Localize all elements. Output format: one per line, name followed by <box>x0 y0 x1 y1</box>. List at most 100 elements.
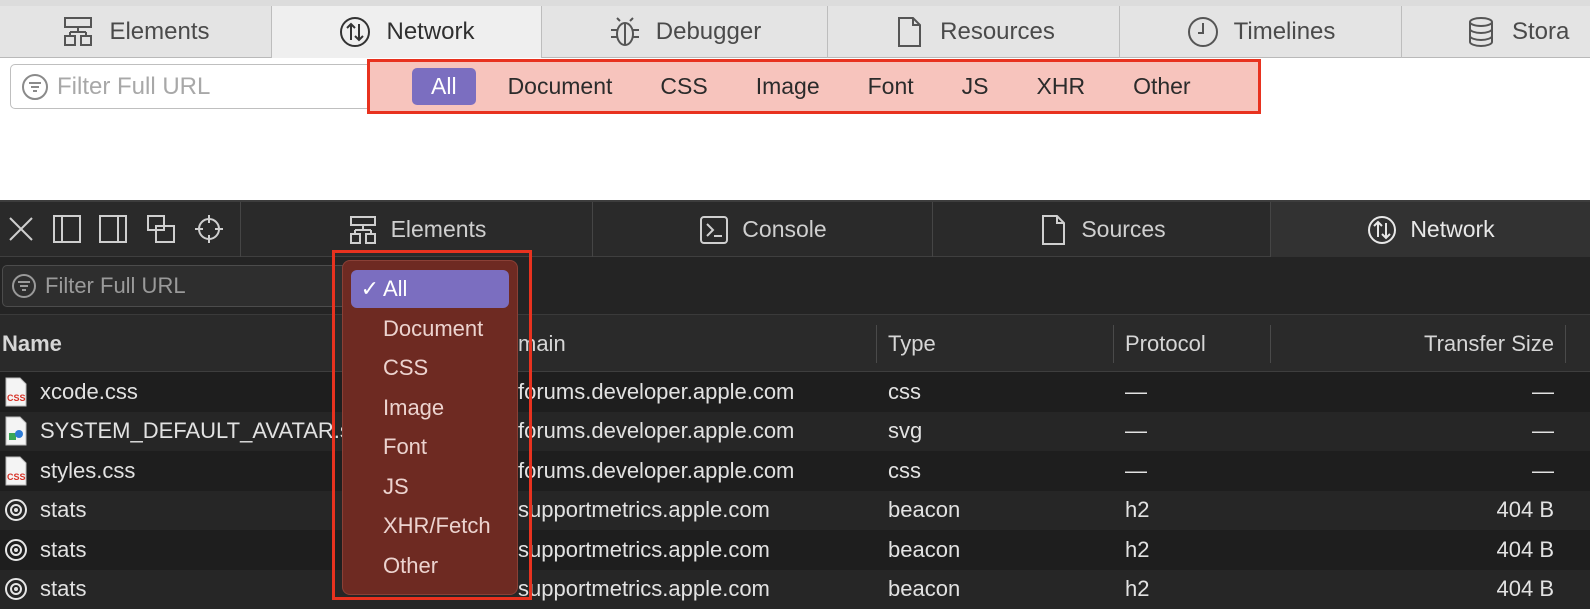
dock-left-icon[interactable] <box>52 214 82 244</box>
type-cell: beacon <box>888 497 961 523</box>
type-cell: beacon <box>888 576 961 602</box>
column-divider[interactable] <box>1565 325 1566 363</box>
close-icon[interactable] <box>6 214 36 244</box>
dock-right-icon[interactable] <box>98 214 128 244</box>
name-cell: stats <box>4 530 344 570</box>
table-row[interactable]: CSS xcode.css forums.developer.apple.com… <box>0 372 1590 412</box>
domain-cell: forums.developer.apple.com <box>518 457 795 483</box>
menu-item-other[interactable]: Other <box>351 547 509 585</box>
top-tab-resources[interactable]: Resources <box>828 6 1120 58</box>
dark-filter-field[interactable] <box>2 265 347 307</box>
svg-text:CSS: CSS <box>7 393 26 403</box>
request-list: CSS xcode.css forums.developer.apple.com… <box>0 372 1590 609</box>
image-file-icon <box>5 416 27 446</box>
table-row[interactable]: stats supportmetrics.apple.com beacon h2… <box>0 530 1590 570</box>
scope-item-font[interactable]: Font <box>852 69 930 104</box>
domain-cell: supportmetrics.apple.com <box>518 497 770 523</box>
debugger-icon <box>610 17 639 46</box>
menu-item-font[interactable]: Font <box>351 428 509 466</box>
dark-filter-input[interactable] <box>45 273 335 299</box>
menu-item-xhr-fetch[interactable]: XHR/Fetch <box>351 507 509 545</box>
resource-type-dropdown-menu: ✓ All Document CSS Image Font JS XHR/Fet… <box>342 260 518 595</box>
request-name: SYSTEM_DEFAULT_AVATAR.s <box>40 418 344 444</box>
menu-item-label: Font <box>383 434 428 459</box>
dark-tab-sources[interactable]: Sources <box>932 202 1270 257</box>
network-icon <box>340 17 371 47</box>
table-row[interactable]: stats supportmetrics.apple.com beacon h2… <box>0 569 1590 609</box>
dark-tab-network[interactable]: Network <box>1270 202 1590 257</box>
scope-item-image[interactable]: Image <box>740 69 836 104</box>
sources-icon <box>1042 214 1066 245</box>
scope-item-all[interactable]: All <box>412 68 476 105</box>
name-cell: SYSTEM_DEFAULT_AVATAR.s <box>4 412 344 452</box>
inspect-target-icon[interactable] <box>194 214 224 244</box>
column-divider[interactable] <box>1270 325 1271 363</box>
scope-item-xhr[interactable]: XHR <box>1021 69 1102 104</box>
domain-cell: forums.developer.apple.com <box>518 418 795 444</box>
transfer-size-cell: — <box>1532 418 1554 444</box>
transfer-size-cell: — <box>1532 457 1554 483</box>
elements-icon <box>349 215 376 244</box>
menu-item-js[interactable]: JS <box>351 468 509 506</box>
column-header-name[interactable]: Name <box>2 315 62 372</box>
dark-tab-console[interactable]: Console <box>592 202 932 257</box>
column-divider[interactable] <box>876 325 877 363</box>
dark-tab-elements[interactable]: Elements <box>240 202 592 257</box>
protocol-cell: — <box>1125 418 1147 444</box>
css-file-icon: CSS <box>5 456 27 486</box>
table-row[interactable]: SYSTEM_DEFAULT_AVATAR.s forums.developer… <box>0 411 1590 452</box>
resources-icon <box>898 17 922 47</box>
transfer-size-cell: — <box>1532 378 1554 404</box>
type-cell: svg <box>888 418 923 444</box>
tab-label: Elements <box>109 18 210 45</box>
top-tab-elements[interactable]: Elements <box>0 6 272 58</box>
dark-devtools-panel: Elements Console Sources Network Filter … <box>0 200 1590 609</box>
css-file-icon: CSS <box>5 377 27 407</box>
tab-label: Sources <box>1081 216 1166 242</box>
menu-item-css[interactable]: CSS <box>351 349 509 387</box>
request-name: stats <box>40 576 87 602</box>
tab-label: Resources <box>940 18 1055 45</box>
menu-item-label: CSS <box>383 355 429 380</box>
domain-cell: supportmetrics.apple.com <box>518 536 770 562</box>
beacon-icon <box>5 499 27 522</box>
top-tab-network[interactable]: Network <box>272 6 542 58</box>
name-cell: CSS xcode.css <box>4 372 344 412</box>
menu-item-document[interactable]: Document <box>351 310 509 348</box>
domain-cell: supportmetrics.apple.com <box>518 576 770 602</box>
table-row[interactable]: CSS styles.css forums.developer.apple.co… <box>0 451 1590 491</box>
request-name: stats <box>40 497 87 523</box>
column-divider[interactable] <box>1113 325 1114 363</box>
console-icon <box>700 215 729 244</box>
top-tab-bar: Elements Network Debugger Resources Time… <box>0 0 1590 58</box>
svg-text:CSS: CSS <box>7 472 26 482</box>
top-tab-debugger[interactable]: Debugger <box>542 6 828 58</box>
name-cell: stats <box>4 491 344 531</box>
top-filter-input[interactable] <box>57 72 357 101</box>
tab-label: Network <box>1410 216 1495 242</box>
undock-icon[interactable] <box>146 214 176 244</box>
scope-item-js[interactable]: JS <box>946 69 1005 104</box>
filter-icon <box>22 73 48 100</box>
dark-tab-bar: Elements Console Sources Network <box>0 200 1590 257</box>
column-header-protocol[interactable]: Protocol <box>1125 315 1206 372</box>
column-header-transfer-size[interactable]: Transfer Size <box>1424 315 1554 372</box>
scope-item-document[interactable]: Document <box>492 69 629 104</box>
column-header-type[interactable]: Type <box>888 315 936 372</box>
top-filter-field[interactable] <box>10 64 388 109</box>
scope-item-css[interactable]: CSS <box>644 69 723 104</box>
menu-item-label: All <box>383 276 408 301</box>
tab-label: Elements <box>390 216 487 242</box>
menu-item-image[interactable]: Image <box>351 389 509 427</box>
scope-item-other[interactable]: Other <box>1117 69 1207 104</box>
elements-icon <box>64 17 93 46</box>
protocol-cell: h2 <box>1125 497 1150 523</box>
top-tab-timelines[interactable]: Timelines <box>1120 6 1402 58</box>
dark-filter-row <box>0 257 1590 315</box>
menu-item-all[interactable]: ✓ All <box>351 270 509 308</box>
top-tab-storage[interactable]: Stora <box>1402 6 1590 58</box>
table-row[interactable]: stats supportmetrics.apple.com beacon h2… <box>0 490 1590 531</box>
transfer-size-cell: 404 B <box>1496 536 1555 562</box>
filter-icon <box>12 274 36 298</box>
domain-cell: forums.developer.apple.com <box>518 378 795 404</box>
